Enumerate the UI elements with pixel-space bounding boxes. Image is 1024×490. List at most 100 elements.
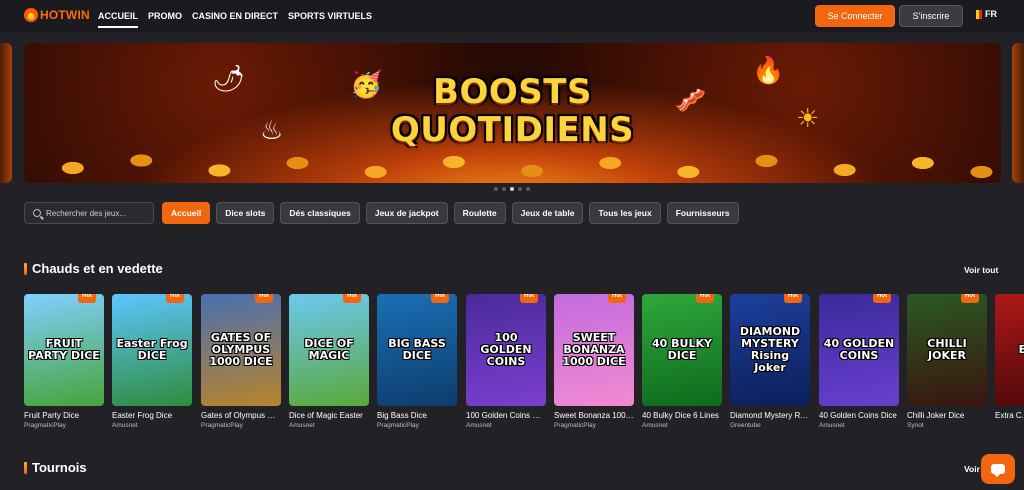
game-thumbnail[interactable]: CHILLI JOKER Hot	[907, 294, 987, 406]
carousel-dot[interactable]	[494, 187, 498, 191]
login-button[interactable]: Se Connecter	[815, 5, 895, 27]
game-art-logo: DIAMOND MYSTERY Rising Joker	[739, 325, 801, 374]
game-thumbnail[interactable]: 100 GOLDEN COINS Hot	[466, 294, 546, 406]
game-thumbnail[interactable]: GATES OF OLYMPUS 1000 DICE Hot	[201, 294, 281, 406]
game-art-logo: 40 GOLDEN COINS	[823, 337, 895, 362]
hot-badge: Hot	[873, 294, 891, 303]
carousel-dot[interactable]	[526, 187, 530, 191]
nav-item-promo[interactable]: PROMO	[148, 0, 182, 32]
hotwin-logo[interactable]: HOTWIN	[24, 8, 90, 22]
game-name[interactable]: Easter Frog Dice	[112, 411, 192, 420]
live-chat-button[interactable]	[981, 454, 1015, 484]
game-card[interactable]: FRUIT PARTY DICE Hot Fruit Party Dice Pragm…	[24, 294, 104, 429]
carousel-dot[interactable]	[518, 187, 522, 191]
game-provider: Amusnet	[819, 422, 845, 429]
game-card[interactable]: 100 GOLDEN COINS Hot 100 Golden Coins Dice…	[466, 294, 546, 429]
game-card[interactable]: SWEET BONANZA 1000 DICE Hot Sweet Bonanza …	[554, 294, 634, 429]
game-thumbnail[interactable]: 40 GOLDEN COINS Hot	[819, 294, 899, 406]
game-art-logo: DICE OF MAGIC	[304, 337, 354, 362]
belgium-flag-icon	[973, 9, 982, 19]
game-thumbnail[interactable]: SWEET BONANZA 1000 DICE Hot	[554, 294, 634, 406]
section-accent-bar	[24, 262, 27, 275]
nav-item-accueil[interactable]: ACCUEIL	[98, 0, 138, 32]
section-accent-bar	[24, 461, 27, 474]
game-thumbnail[interactable]: 40 BULKY DICE Hot	[642, 294, 722, 406]
hot-badge: Hot	[166, 294, 184, 303]
game-provider: Synot	[907, 422, 924, 429]
hot-badge: Hot	[78, 294, 96, 303]
game-name[interactable]: Gates of Olympus Dice	[201, 411, 281, 420]
game-art-logo: FRUIT PARTY DICE	[28, 337, 100, 362]
game-card[interactable]: GATES OF OLYMPUS 1000 DICE Hot Gates of Ol…	[201, 294, 281, 429]
search-input[interactable]	[46, 208, 146, 218]
game-art-logo: BIG BASS DICE	[388, 337, 446, 362]
game-art-logo: GATES OF OLYMPUS 1000 DICE	[209, 331, 273, 368]
game-card[interactable]: CHILLI JOKER Hot Chilli Joker Dice Synot	[907, 294, 987, 429]
game-name[interactable]: Chilli Joker Dice	[907, 411, 987, 420]
game-name[interactable]: 40 Bulky Dice 6 Lines	[642, 411, 722, 420]
game-provider: PragmaticPlay	[201, 422, 243, 429]
game-thumbnail[interactable]: Easter Frog DICE Hot	[112, 294, 192, 406]
filter-jeux-de-table[interactable]: Jeux de table	[511, 202, 584, 224]
game-name[interactable]: 100 Golden Coins Dice	[466, 411, 546, 420]
game-provider: Amusnet	[289, 422, 315, 429]
hot-badge: Hot	[696, 294, 714, 303]
game-card[interactable]: BIG BASS DICE Hot Big Bass Dice PragmaticPl…	[377, 294, 457, 429]
filter-des-classiques[interactable]: Dés classiques	[280, 202, 360, 224]
game-art-logo: CHILLI JOKER	[927, 337, 967, 362]
next-slide-peek[interactable]	[1012, 43, 1024, 183]
nav-item-casino-en-direct[interactable]: CASINO EN DIRECT	[192, 0, 278, 32]
hot-badge: Hot	[431, 294, 449, 303]
game-name[interactable]: Big Bass Dice	[377, 411, 457, 420]
game-name[interactable]: Extra C...	[995, 411, 1024, 420]
promo-banner[interactable]: 🌶 🥳 ♨ 🔥 ☀ 🥓 BOOSTS QUOTIDIENS	[24, 43, 1001, 183]
filter-tous-les-jeux[interactable]: Tous les jeux	[589, 202, 661, 224]
filter-accueil[interactable]: Accueil	[162, 202, 211, 224]
hot-badge: Hot	[520, 294, 538, 303]
hot-badge: Hot	[961, 294, 979, 303]
chat-bubble-icon	[991, 464, 1005, 477]
tournaments-section-header: Tournois	[24, 460, 87, 475]
filter-jeux-de-jackpot[interactable]: Jeux de jackpot	[365, 202, 448, 224]
hot-badge: Hot	[784, 294, 802, 303]
game-provider: Amusnet	[642, 422, 668, 429]
game-thumbnail[interactable]: FRUIT PARTY DICE Hot	[24, 294, 104, 406]
game-name[interactable]: 40 Golden Coins Dice	[819, 411, 899, 420]
nav-item-sports-virtuels[interactable]: SPORTS VIRTUELS	[288, 0, 372, 32]
register-button[interactable]: S'inscrire	[899, 5, 963, 27]
game-search[interactable]	[24, 202, 154, 224]
game-thumbnail[interactable]: Extra	[995, 294, 1024, 406]
language-selector[interactable]: FR	[973, 9, 997, 19]
game-card[interactable]: DIAMOND MYSTERY Rising Joker Hot Diamond M…	[730, 294, 810, 429]
logo-text: HOTWIN	[40, 8, 90, 22]
section-title: Chauds et en vedette	[32, 261, 163, 276]
game-thumbnail[interactable]: DICE OF MAGIC Hot	[289, 294, 369, 406]
game-card[interactable]: Easter Frog DICE Hot Easter Frog Dice Amusn…	[112, 294, 192, 429]
previous-slide-peek[interactable]	[0, 43, 12, 183]
game-card[interactable]: 40 GOLDEN COINS Hot 40 Golden Coins Dice Am…	[819, 294, 899, 429]
filter-fournisseurs[interactable]: Fournisseurs	[666, 202, 739, 224]
section-title: Tournois	[32, 460, 87, 475]
game-name[interactable]: Diamond Mystery Rising Joker Dice	[730, 411, 810, 420]
hot-section-header: Chauds et en vedette	[24, 261, 163, 276]
game-thumbnail[interactable]: BIG BASS DICE Hot	[377, 294, 457, 406]
game-card[interactable]: DICE OF MAGIC Hot Dice of Magic Easter Amus…	[289, 294, 369, 429]
carousel-dots	[494, 187, 530, 191]
hot-games-row: FRUIT PARTY DICE Hot Fruit Party Dice Pragm…	[24, 294, 1024, 434]
game-name[interactable]: Dice of Magic Easter	[289, 411, 369, 420]
filter-dice-slots[interactable]: Dice slots	[216, 202, 275, 224]
game-card[interactable]: Extra Extra C...	[995, 294, 1024, 422]
banner-title-line2: QUOTIDIENS	[390, 110, 635, 150]
game-name[interactable]: Fruit Party Dice	[24, 411, 104, 420]
hot-badge: Hot	[608, 294, 626, 303]
search-icon	[33, 209, 41, 217]
game-name[interactable]: Sweet Bonanza 1000 Dice	[554, 411, 634, 420]
see-all-link[interactable]: Voir tout	[964, 265, 998, 275]
game-card[interactable]: 40 BULKY DICE Hot 40 Bulky Dice 6 Lines Amu…	[642, 294, 722, 429]
carousel-dot[interactable]	[502, 187, 506, 191]
game-thumbnail[interactable]: DIAMOND MYSTERY Rising Joker Hot	[730, 294, 810, 406]
filter-roulette[interactable]: Roulette	[453, 202, 506, 224]
top-header: HOTWIN ACCUEIL PROMO CASINO EN DIRECT SP…	[0, 0, 1024, 32]
banner-title: BOOSTS QUOTIDIENS	[24, 73, 1001, 149]
carousel-dot-active[interactable]	[510, 187, 514, 191]
